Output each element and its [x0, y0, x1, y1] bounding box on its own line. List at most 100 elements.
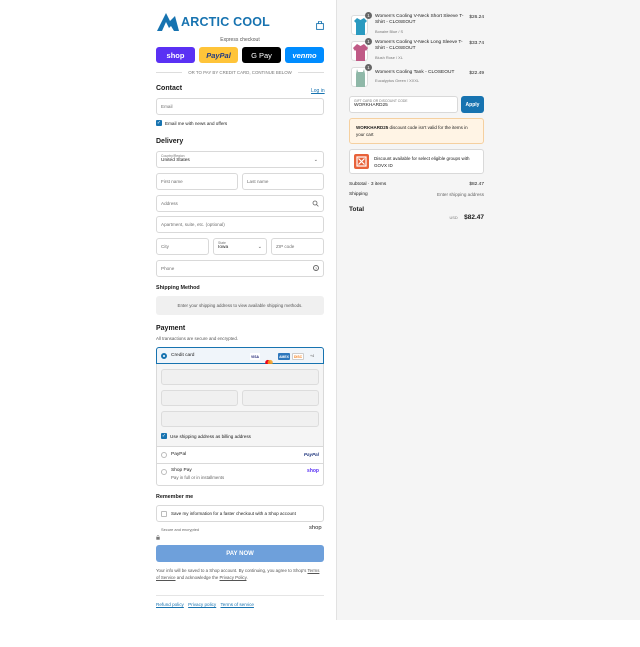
checkout-page: ARCTIC COOL Express checkout shop PayPal… — [0, 0, 640, 647]
email-placeholder: Email — [161, 104, 173, 109]
express-checkout-label: Express checkout — [220, 37, 260, 43]
discover-logo-text: DISC — [293, 354, 303, 359]
venmo-express-label: venmo — [292, 50, 317, 60]
refund-policy-link[interactable]: Refund policy — [156, 602, 184, 607]
quantity-badge: 1 — [365, 64, 372, 71]
visa-logo-text: VISA — [251, 354, 259, 359]
govx-text: Discount available for select eligible g… — [374, 156, 470, 168]
govx-logo-icon — [354, 154, 369, 169]
total-value-wrap: USD $82.47 — [424, 206, 484, 224]
shop-logo: shop — [309, 525, 322, 531]
subtotal-value: $82.47 — [469, 182, 484, 187]
product-name: Women's Cooling V-Neck Short Sleeve T-Sh… — [375, 14, 464, 26]
shop-pay-radio[interactable] — [161, 469, 167, 475]
paypal-express-label: PayPal — [206, 50, 231, 60]
shipping-value: Enter shipping address — [437, 192, 484, 197]
mastercard-icon — [264, 353, 274, 366]
discount-code-field[interactable]: Gift card or discount code WORKHARD25 — [349, 96, 458, 113]
pay-now-button[interactable]: PAY NOW — [156, 545, 324, 562]
product-name: Women's Cooling V-Neck Long Sleeve T-Shi… — [375, 40, 463, 52]
phone-placeholder: Phone — [161, 266, 175, 271]
paypal-logo: PayPal — [303, 452, 319, 457]
legal-suffix: . — [246, 575, 248, 580]
state-select[interactable]: State Iowa ⌄ — [213, 238, 267, 255]
payment-heading: Payment — [156, 325, 186, 332]
city-placeholder: City — [161, 244, 169, 249]
shipping-method-heading: Shipping Method — [156, 285, 200, 291]
chevron-down-icon: ⌄ — [257, 244, 262, 250]
legal-mid: and acknowledge the — [176, 575, 219, 580]
legal-text: Your info will be saved to a Shop accoun… — [156, 567, 324, 581]
help-icon[interactable]: ? — [313, 265, 319, 271]
last-name-field[interactable]: Last name — [242, 173, 324, 190]
billing-checkbox[interactable]: ✓ — [161, 433, 167, 439]
contact-heading: Contact — [156, 85, 183, 92]
phone-field[interactable]: Phone ? — [156, 260, 324, 277]
country-select-value: United States — [161, 158, 190, 163]
paypal-option[interactable]: PayPal PayPal — [157, 446, 323, 463]
zip-field[interactable]: ZIP code — [271, 238, 324, 255]
pay-now-label: PAY NOW — [226, 550, 254, 557]
credit-card-option[interactable]: Credit card VISA AMEX DISC +4 — [156, 347, 324, 366]
checkout-form-column: ARCTIC COOL Express checkout shop PayPal… — [0, 0, 337, 620]
login-link[interactable]: Log in — [311, 88, 325, 94]
paypal-option-label: PayPal — [171, 452, 187, 457]
currency-label: USD — [449, 215, 458, 220]
last-name-placeholder: Last name — [247, 179, 269, 184]
shop-pay-option-sub: Pay in full or in installments — [171, 475, 225, 480]
govx-banner[interactable]: Discount available for select eligible g… — [349, 149, 484, 174]
privacy-policy-link[interactable]: Privacy policy — [188, 602, 216, 607]
country-select[interactable]: Country/Region United States ⌄ — [156, 151, 324, 168]
email-field[interactable]: Email — [156, 98, 324, 115]
city-field[interactable]: City — [156, 238, 209, 255]
card-number-field[interactable] — [161, 369, 319, 385]
venmo-express-button[interactable]: venmo — [285, 47, 324, 63]
discount-code-value: WORKHARD25 — [354, 103, 388, 108]
amex-icon: AMEX — [278, 353, 290, 360]
quantity-badge: 1 — [365, 12, 372, 19]
save-info-checkbox[interactable] — [161, 511, 167, 517]
order-summary-column — [337, 0, 640, 620]
discover-icon: DISC — [292, 353, 304, 360]
credit-card-radio[interactable] — [161, 353, 167, 359]
news-checkbox-label: Email me with news and offers — [165, 121, 228, 126]
lock-icon — [156, 527, 160, 545]
shipping-label: Shipping — [349, 192, 368, 197]
express-divider-text: OR TO PAY BY CREDIT CARD, CONTINUE BELOW — [188, 69, 292, 75]
secure-label: Secure and encrypted — [161, 527, 200, 532]
search-icon — [312, 200, 319, 208]
news-checkbox[interactable]: ✓ — [156, 120, 162, 126]
brand-logo[interactable]: ARCTIC COOL — [156, 12, 270, 32]
privacy-link[interactable]: Privacy Policy — [220, 575, 247, 580]
remember-me-box[interactable]: Save my information for a faster checkou… — [156, 505, 324, 522]
billing-checkbox-label: Use shipping address as billing address — [170, 434, 251, 439]
apply-discount-label: Apply — [465, 101, 480, 108]
legal-prefix: Your info will be saved to a Shop accoun… — [156, 568, 307, 573]
card-cvv-field[interactable] — [242, 390, 319, 406]
bag-icon[interactable] — [316, 17, 324, 30]
paypal-radio[interactable] — [161, 452, 167, 458]
shop-pay-express-label: shop — [166, 50, 185, 60]
product-name: Women's Cooling Tank - CLOSEOUT — [375, 70, 455, 75]
first-name-field[interactable]: First name — [156, 173, 238, 190]
paypal-express-button[interactable]: PayPal — [199, 47, 238, 63]
card-expiry-field[interactable] — [161, 390, 238, 406]
credit-card-label: Credit card — [171, 353, 195, 358]
shop-pay-logo: shop — [307, 468, 319, 474]
product-variant: Bonaire Blue / S — [375, 29, 404, 34]
divider-line-left — [156, 72, 182, 73]
remember-me-heading: Remember me — [156, 494, 194, 500]
address-field[interactable]: Address — [156, 195, 324, 212]
google-pay-express-button[interactable]: G Pay — [242, 47, 281, 63]
total-value: $82.47 — [464, 214, 484, 221]
shop-pay-option[interactable]: Shop Pay Pay in full or in installments … — [157, 463, 323, 485]
product-price: $33.74 — [469, 41, 484, 46]
visa-icon: VISA — [250, 353, 260, 360]
quantity-badge: 1 — [365, 38, 372, 45]
apartment-field[interactable]: Apartment, suite, etc. (optional) — [156, 216, 324, 233]
apply-discount-button[interactable]: Apply — [461, 96, 484, 113]
card-name-field[interactable] — [161, 411, 319, 427]
terms-of-service-link[interactable]: Terms of service — [221, 602, 254, 607]
discount-warning: WORKHARD25 discount code isn't valid for… — [349, 118, 484, 144]
shop-pay-express-button[interactable]: shop — [156, 47, 195, 63]
